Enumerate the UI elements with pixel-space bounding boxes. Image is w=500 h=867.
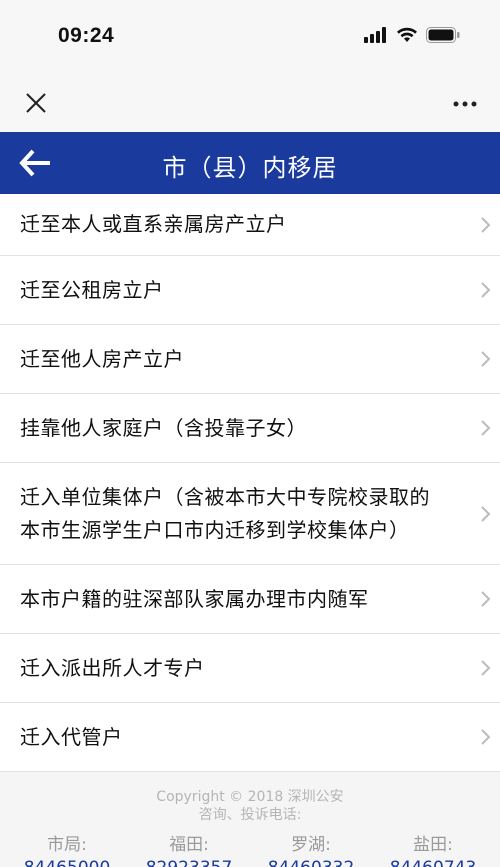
list-item-collective-household[interactable]: 迁入单位集体户（含被本市大中专院校录取的本市生源学生户口市内迁移到学校集体户）	[0, 463, 500, 565]
list-item-label: 本市户籍的驻深部队家属办理市内随军	[20, 586, 369, 611]
status-bar: 09:24	[0, 0, 500, 74]
phone-item: 罗湖: 84460332	[250, 834, 372, 867]
status-icons	[364, 27, 460, 43]
page-title: 市（县）内移居	[162, 154, 338, 182]
page-header: 市（县）内移居	[0, 132, 500, 194]
list-item-public-rental[interactable]: 迁至公租房立户	[0, 256, 500, 325]
list-item-label: 迁至本人或直系亲属房产立户	[20, 212, 287, 236]
list-item-label: 迁入派出所人才专户	[20, 655, 205, 680]
wifi-icon	[397, 27, 417, 42]
list-item-custody-account[interactable]: 迁入代管户	[0, 703, 500, 772]
phone-list: 市局: 84465000 福田: 82923357 罗湖: 84460332 盐…	[0, 834, 500, 867]
menu-list: 迁至本人或直系亲属房产立户 迁至公租房立户 迁至他人房产立户 挂靠他人家庭户（含…	[0, 194, 500, 772]
list-item-label: 迁至公租房立户	[20, 277, 164, 302]
status-time: 09:24	[58, 24, 115, 47]
phone-number[interactable]: 84465000	[6, 856, 128, 867]
phone-district: 罗湖:	[291, 835, 331, 855]
list-item-label: 迁入单位集体户（含被本市大中专院校录取的本市生源学生户口市内迁移到学校集体户）	[20, 484, 430, 542]
chevron-right-icon	[481, 216, 491, 233]
close-icon[interactable]	[24, 91, 48, 115]
phone-number[interactable]: 82923357	[128, 856, 250, 867]
chevron-right-icon	[481, 282, 491, 298]
chevron-right-icon	[481, 505, 491, 522]
list-item-talent-account[interactable]: 迁入派出所人才专户	[0, 634, 500, 703]
chevron-right-icon	[481, 420, 491, 436]
phone-number[interactable]: 84460743	[372, 856, 494, 867]
wechat-bar	[0, 74, 500, 132]
list-item-military-family[interactable]: 本市户籍的驻深部队家属办理市内随军	[0, 565, 500, 634]
list-item-label: 迁入代管户	[20, 724, 123, 749]
phone-district: 盐田:	[413, 835, 453, 855]
phone-district: 市局:	[47, 835, 87, 855]
list-item-join-family[interactable]: 挂靠他人家庭户（含投靠子女）	[0, 394, 500, 463]
phone-item: 盐田: 84460743	[372, 834, 494, 867]
signal-icon	[364, 27, 386, 43]
phone-district: 福田:	[169, 835, 209, 855]
phone-number[interactable]: 84460332	[250, 856, 372, 867]
battery-icon	[426, 27, 460, 43]
list-item-label: 迁至他人房产立户	[20, 346, 184, 371]
chevron-right-icon	[481, 660, 491, 676]
copyright-text: Copyright © 2018 深圳公安	[156, 789, 344, 805]
footer: Copyright © 2018 深圳公安 咨询、投诉电话: 市局: 84465…	[0, 772, 500, 867]
more-icon[interactable]	[452, 92, 478, 116]
phone-item: 福田: 82923357	[128, 834, 250, 867]
chevron-right-icon	[481, 591, 491, 607]
consult-text: 咨询、投诉电话:	[198, 807, 302, 823]
chevron-right-icon	[481, 729, 491, 745]
list-item-label: 挂靠他人家庭户（含投靠子女）	[20, 415, 307, 440]
list-item-others-property[interactable]: 迁至他人房产立户	[0, 325, 500, 394]
phone-item: 市局: 84465000	[6, 834, 128, 867]
list-item-own-property[interactable]: 迁至本人或直系亲属房产立户	[0, 194, 500, 256]
chevron-right-icon	[481, 351, 491, 367]
